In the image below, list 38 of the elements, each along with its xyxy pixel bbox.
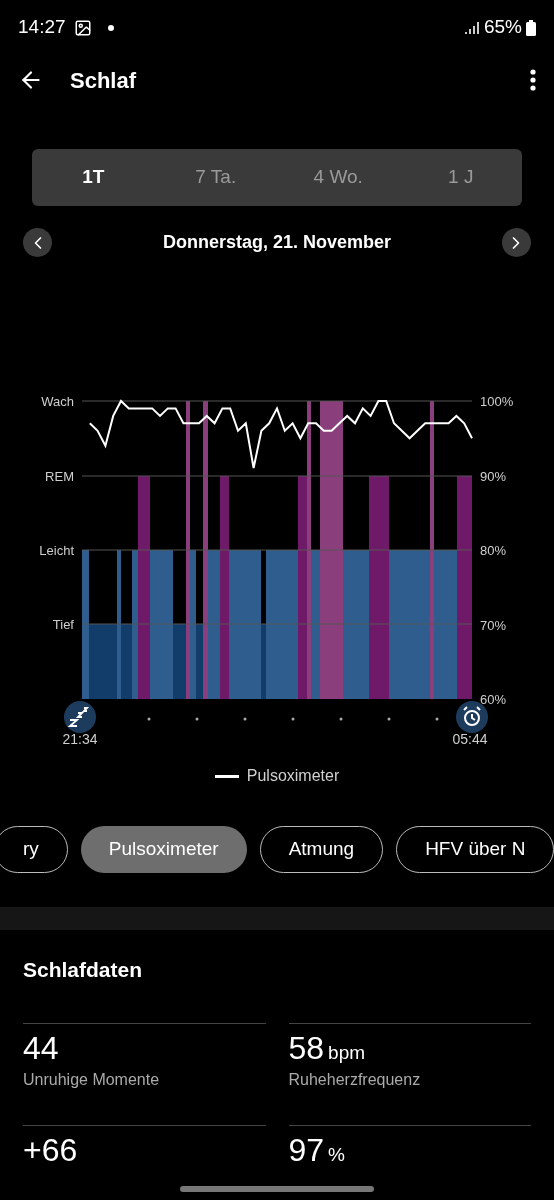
- battery-icon: [526, 19, 536, 36]
- section-title: Schlafdaten: [22, 957, 144, 983]
- stage-label: Leicht: [39, 543, 74, 558]
- stat-value: 44: [23, 1028, 59, 1068]
- y-tick-label: 80%: [480, 543, 507, 558]
- battery-percent: 65%: [483, 15, 522, 40]
- date-label: Donnerstag, 21. November: [162, 231, 392, 254]
- next-day-button[interactable]: [502, 228, 531, 257]
- stat-label: Ruheherzfrequenz: [288, 1069, 422, 1090]
- stage-label: Tief: [52, 617, 74, 632]
- status-time: 14:27: [18, 15, 66, 40]
- time-label: 05:44: [452, 731, 488, 747]
- image-icon: [73, 18, 92, 37]
- metric-chip[interactable]: Pulsoximeter: [80, 826, 247, 873]
- previous-day-button[interactable]: [23, 228, 52, 257]
- y-tick-label: 70%: [480, 617, 507, 633]
- time-label: 21:34: [62, 731, 98, 747]
- stat-unit: %: [328, 1142, 345, 1167]
- y-tick-label: 100%: [480, 394, 514, 409]
- legend-label: Pulsoximeter: [246, 766, 340, 786]
- page-title: Schlaf: [70, 66, 137, 95]
- period-tab[interactable]: 1 J: [399, 163, 522, 192]
- y-tick-label: 60%: [480, 692, 507, 707]
- stat-value: 58: [288, 1028, 325, 1068]
- legend-line-icon: [214, 774, 239, 778]
- period-tab[interactable]: 7 Ta.: [154, 163, 277, 192]
- sleep-start-icon: [64, 701, 96, 733]
- period-tab[interactable]: 1T: [32, 163, 155, 192]
- stat-unit: bpm: [328, 1040, 366, 1065]
- stat-value: 97: [288, 1130, 325, 1170]
- y-tick-label: 90%: [480, 468, 507, 484]
- stat-value: +66: [23, 1130, 78, 1170]
- stage-label: REM: [45, 469, 74, 484]
- period-tab[interactable]: 4 Wo.: [277, 163, 400, 192]
- stat-label: Unruhige Momente: [23, 1069, 161, 1090]
- signal-icon: [463, 19, 480, 36]
- more-icon: [530, 69, 536, 91]
- stage-label: Wach: [41, 394, 74, 409]
